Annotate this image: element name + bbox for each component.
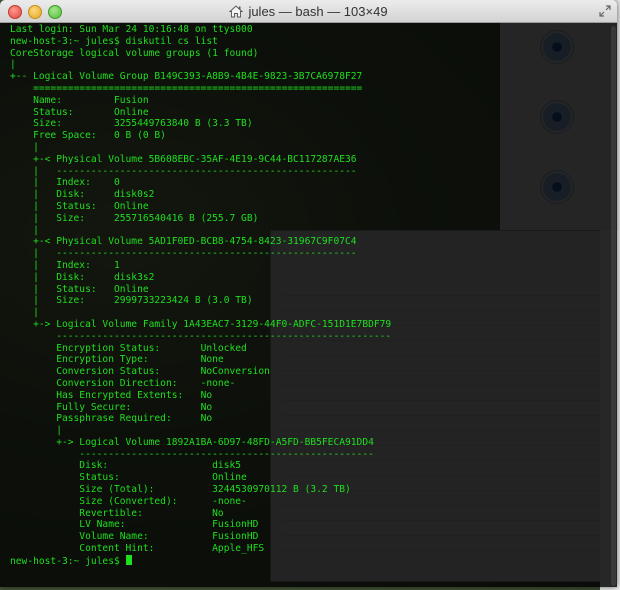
terminal-output[interactable]: Last login: Sun Mar 24 10:16:48 on ttys0…	[0, 23, 617, 587]
output-line: | Status: Online	[10, 283, 149, 295]
output-lines: Last login: Sun Mar 24 10:16:48 on ttys0…	[10, 24, 617, 555]
prompt-line[interactable]: new-host-3:~ jules$	[10, 554, 617, 567]
home-icon	[229, 4, 244, 17]
output-line: Free Space: 0 B (0 B)	[10, 130, 166, 142]
fullscreen-icon[interactable]	[599, 5, 611, 17]
output-line: | Index: 0	[10, 177, 120, 189]
output-line: ========================================…	[10, 82, 363, 94]
output-line: | Disk: disk0s2	[10, 189, 155, 201]
output-line: Encryption Type: None	[10, 354, 224, 366]
output-line: +-- Logical Volume Group B149C393-A8B9-4…	[10, 71, 363, 83]
text-cursor	[125, 554, 132, 565]
output-line: CoreStorage logical volume groups (1 fou…	[10, 47, 259, 59]
output-line: | Size: 2999733223424 B (3.0 TB)	[10, 295, 253, 307]
title-bar[interactable]: jules — bash — 103×49	[0, 0, 617, 23]
output-line: +-> Logical Volume Family 1A43EAC7-3129-…	[10, 318, 392, 330]
output-line: Status: Online	[10, 106, 149, 118]
output-line: | --------------------------------------…	[10, 165, 357, 177]
output-line: |	[10, 224, 39, 236]
output-line: |	[10, 141, 39, 153]
output-line: Size: 3255449763840 B (3.3 TB)	[10, 118, 253, 130]
output-line: Volume Name: FusionHD	[10, 531, 259, 543]
terminal-window[interactable]: jules — bash — 103×49 Last login: Sun Ma…	[0, 0, 617, 587]
output-line: Conversion Direction: -none-	[10, 377, 236, 389]
output-line: +-< Physical Volume 5AD1F0ED-BCB8-4754-8…	[10, 236, 357, 248]
output-line: | Index: 1	[10, 259, 120, 271]
output-line: Passphrase Required: No	[10, 413, 213, 425]
output-line: |	[10, 425, 62, 437]
output-line: new-host-3:~ jules$ diskutil cs list	[10, 35, 218, 47]
output-line: Status: Online	[10, 472, 247, 484]
prompt-text: new-host-3:~ jules$	[10, 555, 126, 567]
output-line: Content Hint: Apple_HFS	[10, 543, 265, 555]
output-line: Has Encrypted Extents: No	[10, 389, 213, 401]
output-line: Size (Converted): -none-	[10, 495, 247, 507]
output-line: +-> Logical Volume 1892A1BA-6D97-48FD-A5…	[10, 436, 374, 448]
window-title: jules — bash — 103×49	[248, 3, 388, 19]
output-line: | Disk: disk3s2	[10, 271, 155, 283]
output-line: Revertible: No	[10, 507, 224, 519]
output-line: Fully Secure: No	[10, 401, 213, 413]
output-line: Encryption Status: Unlocked	[10, 342, 247, 354]
output-line: | --------------------------------------…	[10, 248, 357, 260]
scrollbar[interactable]	[611, 26, 616, 586]
output-line: ----------------------------------------…	[10, 330, 392, 342]
output-line: Conversion Status: NoConversion	[10, 366, 270, 378]
output-line: |	[10, 59, 16, 71]
output-line: Disk: disk5	[10, 460, 242, 472]
output-line: LV Name: FusionHD	[10, 519, 259, 531]
window-title-group: jules — bash — 103×49	[0, 0, 617, 22]
output-line: +-< Physical Volume 5B608EBC-35AF-4E19-9…	[10, 153, 357, 165]
output-line: Last login: Sun Mar 24 10:16:48 on ttys0…	[10, 24, 253, 35]
output-line: |	[10, 307, 39, 319]
output-line: | Size: 255716540416 B (255.7 GB)	[10, 212, 259, 224]
output-line: Name: Fusion	[10, 94, 149, 106]
output-line: Size (Total): 3244530970112 B (3.2 TB)	[10, 484, 351, 496]
output-line: ----------------------------------------…	[10, 448, 374, 460]
output-line: | Status: Online	[10, 200, 149, 212]
